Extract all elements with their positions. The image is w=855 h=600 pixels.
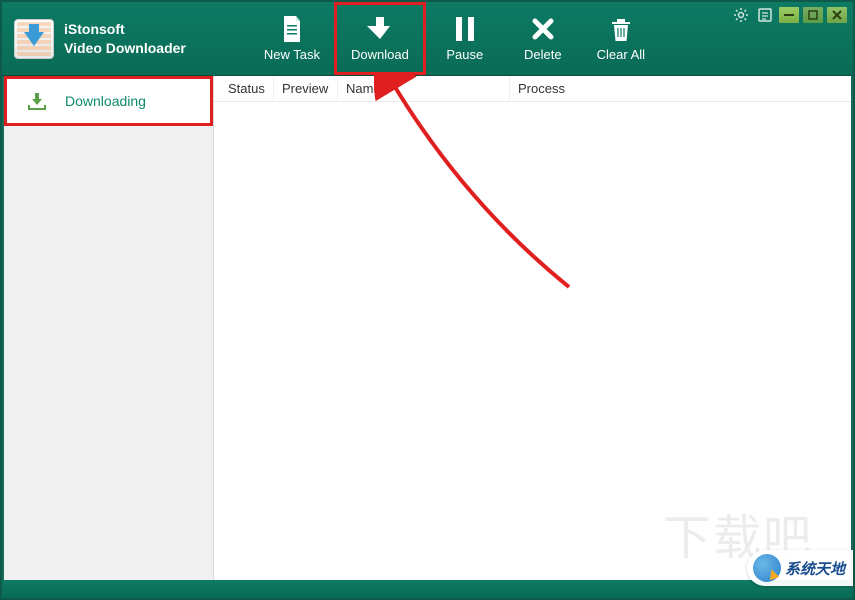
column-process[interactable]: Process (510, 77, 610, 100)
download-button[interactable]: Download (334, 2, 426, 75)
column-headers: Status Preview Name Process (214, 76, 851, 102)
app-logo-icon (14, 19, 54, 59)
clear-all-label: Clear All (597, 47, 645, 62)
new-task-label: New Task (264, 47, 320, 62)
watermark-brand: 系统天地 (747, 550, 853, 586)
body-area: Downloading Status Preview Name Process (4, 76, 851, 580)
logo-section: iStonsoft Video Downloader (2, 2, 198, 75)
maximize-button[interactable] (803, 7, 823, 23)
close-button[interactable] (827, 7, 847, 23)
main-content-area: Status Preview Name Process (214, 76, 851, 580)
x-icon (529, 15, 557, 43)
main-toolbar: New Task Download Pause Delete Clear All (250, 2, 660, 75)
download-tray-icon (27, 91, 47, 111)
sidebar: Downloading (4, 76, 214, 580)
column-name[interactable]: Name (338, 77, 510, 100)
sidebar-item-label: Downloading (65, 93, 146, 109)
pause-label: Pause (446, 47, 483, 62)
app-title-line2: Video Downloader (64, 39, 186, 57)
download-arrow-icon (366, 15, 394, 43)
app-header: iStonsoft Video Downloader New Task Down… (2, 2, 853, 76)
delete-label: Delete (524, 47, 562, 62)
app-title-line1: iStonsoft (64, 20, 186, 38)
globe-icon (753, 554, 781, 582)
pause-icon (451, 15, 479, 43)
trash-icon (607, 15, 635, 43)
footer-bar (2, 580, 853, 598)
minimize-button[interactable] (779, 7, 799, 23)
clear-all-button[interactable]: Clear All (582, 2, 660, 75)
delete-button[interactable]: Delete (504, 2, 582, 75)
window-controls (731, 6, 847, 24)
document-icon (278, 15, 306, 43)
new-task-button[interactable]: New Task (250, 2, 334, 75)
column-status[interactable]: Status (220, 77, 274, 100)
app-title: iStonsoft Video Downloader (64, 20, 186, 56)
pause-button[interactable]: Pause (426, 2, 504, 75)
settings-icon[interactable] (731, 6, 751, 24)
sidebar-item-downloading[interactable]: Downloading (4, 76, 213, 126)
download-label: Download (351, 47, 409, 62)
watermark-text: 系统天地 (785, 558, 845, 579)
column-preview[interactable]: Preview (274, 77, 338, 100)
register-icon[interactable] (755, 6, 775, 24)
